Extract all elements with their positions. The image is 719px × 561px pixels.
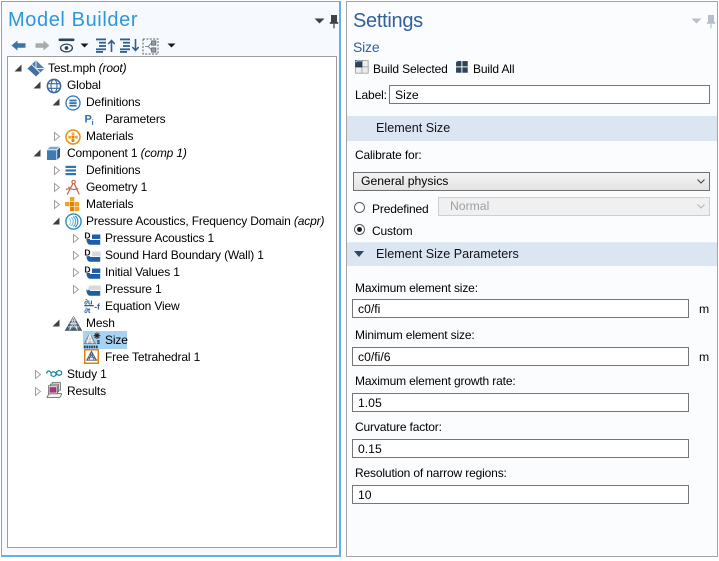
- svg-text:-f: -f: [94, 302, 100, 312]
- svg-text:D: D: [84, 265, 90, 274]
- svg-text:∂t: ∂t: [84, 306, 91, 314]
- svg-text:D: D: [84, 248, 90, 257]
- svg-text:D: D: [84, 231, 90, 240]
- svg-text:i: i: [92, 118, 94, 127]
